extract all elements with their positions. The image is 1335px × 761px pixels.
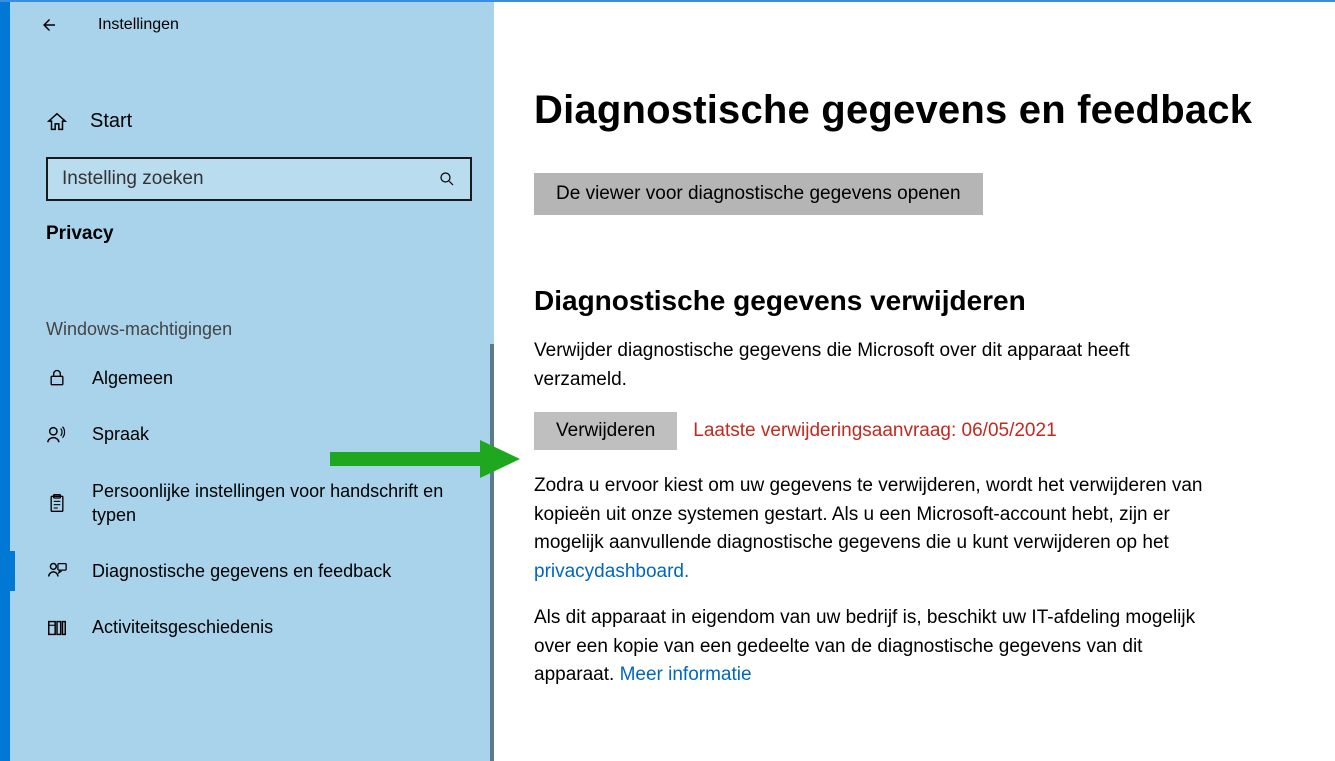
- back-button[interactable]: [40, 16, 58, 34]
- clipboard-icon: [46, 492, 68, 514]
- search-icon: [438, 170, 456, 188]
- search-input[interactable]: [62, 168, 438, 190]
- sidebar-item-label: Activiteitsgeschiedenis: [92, 615, 273, 639]
- para2-text: Zodra u ervoor kiest om uw gegevens te v…: [534, 475, 1203, 553]
- sidebar-item-label: Spraak: [92, 422, 149, 446]
- sidebar-item-speech[interactable]: Spraak: [10, 406, 494, 462]
- page-title: Diagnostische gegevens en feedback: [534, 88, 1291, 133]
- last-delete-status: Laatste verwijderingsaanvraag: 06/05/202…: [693, 420, 1056, 442]
- sidebar-item-activity[interactable]: Activiteitsgeschiedenis: [10, 599, 494, 655]
- category-label: Privacy: [10, 201, 494, 255]
- home-nav[interactable]: Start: [10, 100, 494, 143]
- settings-window: Instellingen Start Privacy Windows-macht…: [0, 0, 1335, 761]
- section-title: Diagnostische gegevens verwijderen: [534, 285, 1291, 317]
- group-header: Windows-machtigingen: [10, 309, 494, 346]
- title-bar: Instellingen: [10, 2, 494, 48]
- sidebar: Instellingen Start Privacy Windows-macht…: [0, 2, 494, 761]
- feedback-icon: [46, 560, 68, 582]
- sidebar-item-inking[interactable]: Persoonlijke instellingen voor handschri…: [10, 463, 494, 544]
- search-box[interactable]: [46, 157, 472, 201]
- sidebar-item-diagnostics[interactable]: Diagnostische gegevens en feedback: [10, 543, 494, 599]
- more-info-link[interactable]: Meer informatie: [620, 664, 752, 685]
- privacy-dashboard-link[interactable]: privacydashboard.: [534, 561, 689, 582]
- sidebar-item-label: Diagnostische gegevens en feedback: [92, 559, 391, 583]
- sidebar-item-label: Persoonlijke instellingen voor handschri…: [92, 479, 472, 528]
- sidebar-item-general[interactable]: Algemeen: [10, 350, 494, 406]
- open-viewer-button[interactable]: De viewer voor diagnostische gegevens op…: [534, 173, 983, 215]
- home-icon: [46, 111, 68, 133]
- arrow-left-icon: [40, 15, 58, 35]
- home-label: Start: [90, 110, 132, 133]
- delete-row: Verwijderen Laatste verwijderingsaanvraa…: [534, 412, 1291, 450]
- history-icon: [46, 617, 68, 639]
- search-container: [10, 157, 494, 201]
- speech-icon: [46, 423, 68, 445]
- intro-text: Verwijder diagnostische gegevens die Mic…: [534, 337, 1224, 394]
- app-title: Instellingen: [98, 16, 179, 34]
- paragraph-company: Als dit apparaat in eigendom van uw bedr…: [534, 604, 1224, 690]
- paragraph-dashboard: Zodra u ervoor kiest om uw gegevens te v…: [534, 472, 1224, 586]
- sidebar-item-label: Algemeen: [92, 366, 173, 390]
- lock-icon: [46, 367, 68, 389]
- main-content: Diagnostische gegevens en feedback De vi…: [494, 2, 1335, 761]
- delete-button[interactable]: Verwijderen: [534, 412, 677, 450]
